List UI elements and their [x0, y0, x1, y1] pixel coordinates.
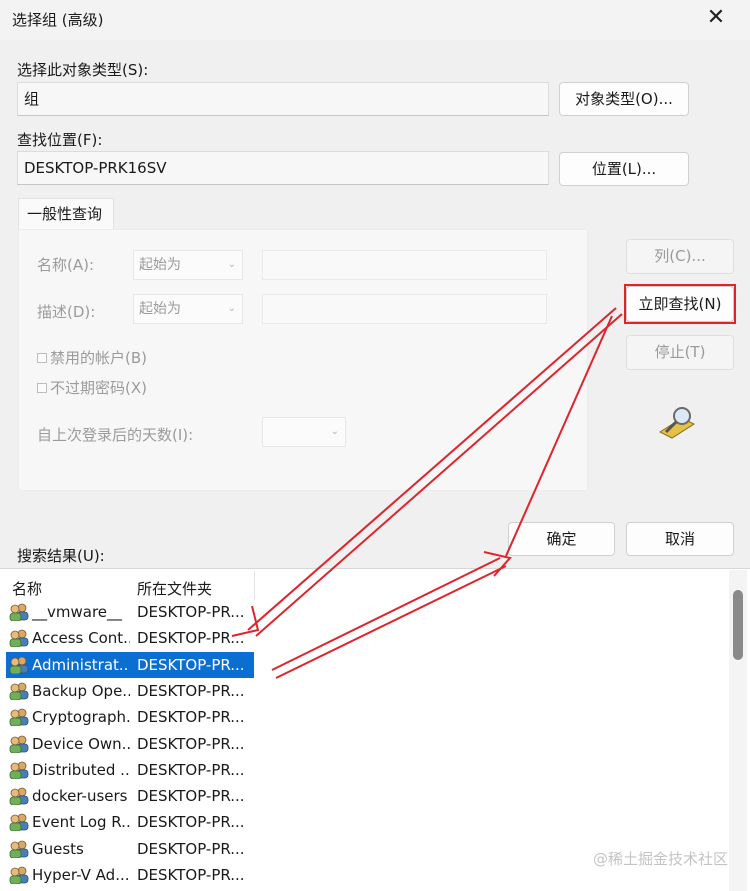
watermark: @稀土掘金技术社区: [592, 850, 728, 868]
annotation-arrows: [231, 307, 623, 679]
arrow-find-now-to-list: [247, 307, 617, 631]
arrow-ok-to-find-now: [505, 315, 613, 557]
arrow-selection-to-ok: [271, 557, 501, 671]
